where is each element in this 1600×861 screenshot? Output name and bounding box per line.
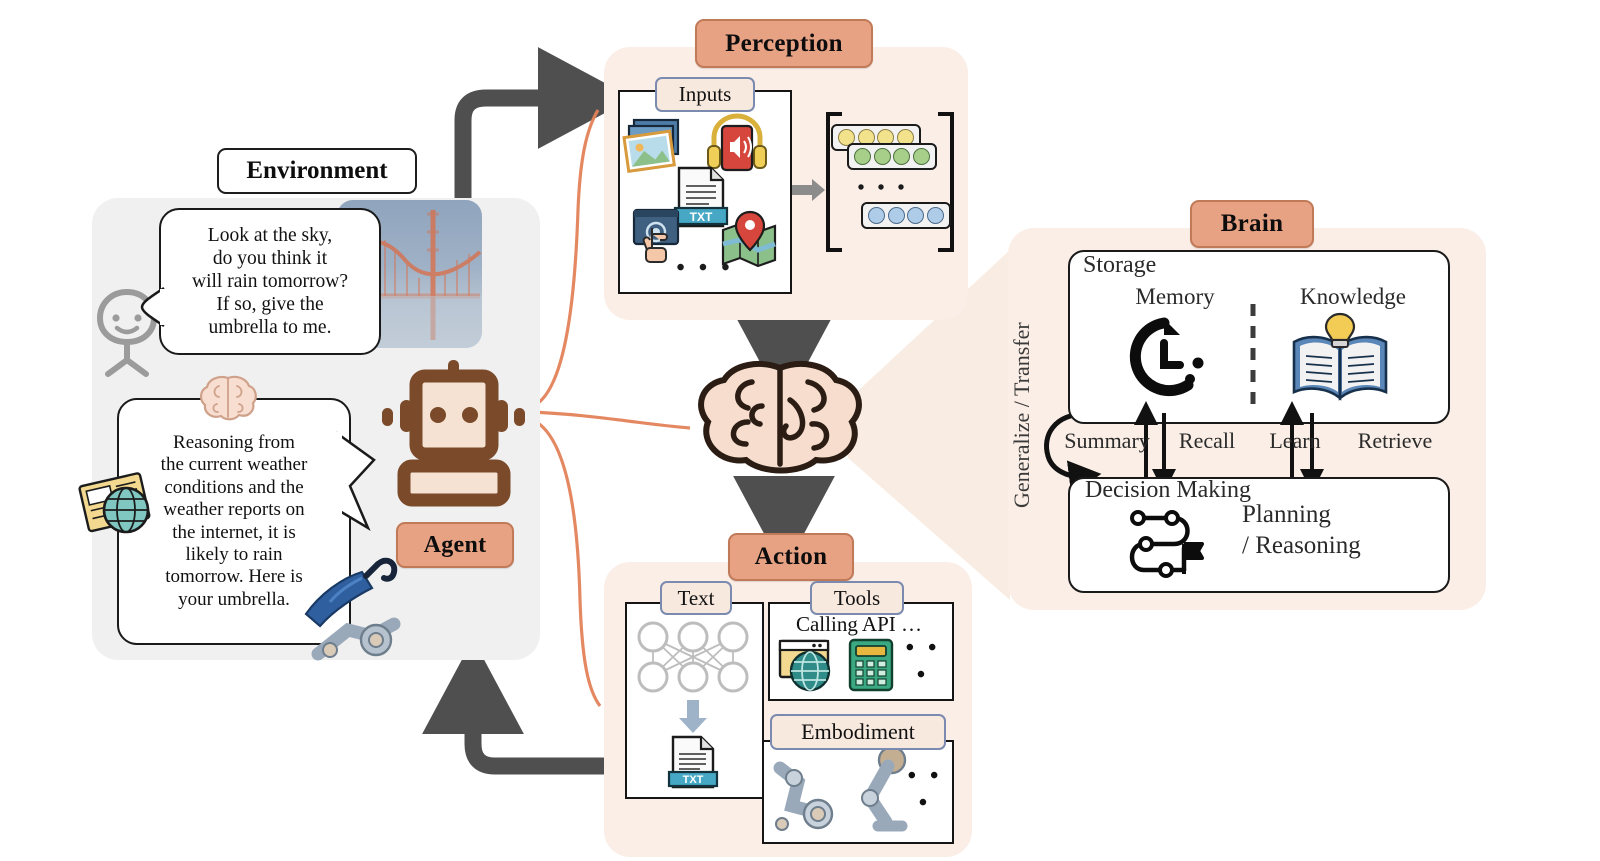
planning-line-1: Planning (1242, 501, 1331, 528)
embodiment-label: Embodiment (801, 719, 915, 744)
perception-title-badge: Perception (695, 19, 873, 68)
robot-head-icon (382, 360, 525, 507)
svg-text:TXT: TXT (690, 210, 713, 224)
agent-label: Agent (423, 531, 487, 558)
audio-headphones-icon (707, 113, 767, 172)
brain-title-badge: Brain (1190, 200, 1314, 248)
inputs-label-badge: Inputs (655, 77, 755, 112)
inputs-label: Inputs (678, 82, 732, 106)
neural-network-icon (637, 621, 749, 693)
action-title: Action (754, 543, 828, 570)
agent-bubble-line: the current weather (160, 454, 308, 476)
environment-title: Environment (246, 157, 388, 184)
brain-icon (200, 375, 257, 421)
calculator-icon (848, 638, 894, 692)
link-agent-center-brain (527, 410, 691, 430)
user-bubble-line: If so, give the (216, 294, 324, 315)
open-book-lightbulb-icon (1292, 312, 1388, 401)
user-bubble-line: will rain tomorrow? (192, 271, 348, 292)
embedding-ellipsis: • • • (857, 176, 909, 199)
arrow-label-summary: Summary (1064, 428, 1150, 453)
robot-arm-icon (311, 617, 401, 661)
generalize-transfer-label: Generalize / Transfer (1009, 322, 1034, 508)
agent-bubble-line: conditions and the (164, 476, 304, 498)
user-bubble-line: Look at the sky, (207, 225, 333, 246)
arrow-label-recall: Recall (1178, 428, 1236, 453)
embodiment-label-badge: Embodiment (770, 714, 946, 750)
arrow-action-to-environment (422, 638, 606, 775)
text-file-txt-icon: TXT (667, 735, 719, 789)
inputs-to-embeddings-arrow (792, 179, 825, 201)
action-title-badge: Action (728, 533, 854, 581)
agent-bubble-line: tomorrow. Here is (165, 566, 303, 588)
inputs-ellipsis: • • • (676, 254, 734, 281)
text-label: Text (677, 585, 715, 610)
tools-label-badge: Tools (810, 581, 904, 615)
agent-bubble-line: likely to rain (185, 543, 283, 565)
perception-title: Perception (725, 29, 843, 57)
user-bubble-line: umbrella to me. (208, 317, 332, 338)
agent-bubble-tail (336, 431, 376, 532)
green-embedding-row (847, 143, 937, 170)
flowchart-flag-icon (1129, 510, 1204, 578)
environment-title-badge: Environment (217, 148, 417, 194)
blue-embedding-row (861, 202, 951, 229)
arrow-label-retrieve: Retrieve (1357, 428, 1433, 453)
user-speech-bubble: Look at the sky, do you think it will ra… (159, 208, 381, 355)
brain-icon (698, 361, 862, 474)
brain-title: Brain (1220, 210, 1284, 237)
memory-label: Memory (1135, 284, 1215, 309)
text-label-badge: Text (660, 581, 732, 615)
svg-text:TXT: TXT (683, 774, 704, 786)
agent-bubble-line: weather reports on (163, 499, 305, 521)
planning-reasoning-label: Planning / Reasoning (1242, 500, 1432, 561)
knowledge-label: Knowledge (1299, 284, 1407, 309)
tools-label: Tools (833, 585, 881, 610)
storage-label: Storage (1083, 252, 1157, 278)
clock-history-icon (1129, 317, 1204, 397)
robot-arm-icon (773, 761, 834, 831)
agent-bubble-line: Reasoning from (173, 431, 295, 453)
agent-bubble-line: the internet, it is (172, 521, 296, 543)
arrow-label-learn: Learn (1269, 428, 1321, 453)
planning-line-2: / Reasoning (1242, 531, 1361, 559)
browser-globe-icon (778, 639, 831, 692)
agent-label-badge: Agent (396, 522, 514, 568)
text-down-arrow (679, 700, 707, 733)
agent-bubble-line: your umbrella. (178, 588, 290, 610)
user-bubble-tail (140, 286, 168, 328)
storage-divider (1250, 304, 1256, 408)
user-bubble-line: do you think it (212, 248, 328, 269)
decision-making-label: Decision Making (1085, 477, 1251, 503)
globe-news-icon (78, 472, 151, 534)
tools-ellipsis: • • • (905, 635, 941, 688)
embodiment-ellipsis: • • • (907, 763, 943, 816)
